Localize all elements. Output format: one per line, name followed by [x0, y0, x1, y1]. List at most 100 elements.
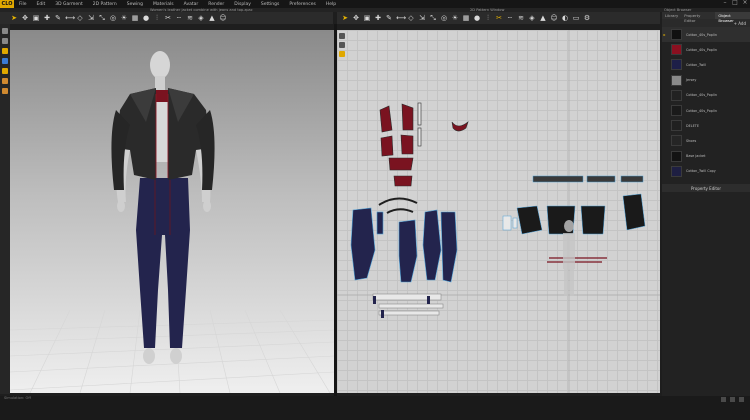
check-sewing-icon[interactable]: ●: [473, 14, 481, 22]
status-info-icon[interactable]: [739, 397, 744, 402]
avatar-icon[interactable]: ☺: [219, 14, 227, 22]
status-grid-icon[interactable]: [721, 397, 726, 402]
show-pins-icon[interactable]: [2, 58, 8, 64]
menu-settings[interactable]: Settings: [256, 2, 284, 7]
tools-3d-sidebar: [0, 24, 10, 394]
fabric-list-header: + Add: [662, 19, 750, 27]
menu-file[interactable]: File: [14, 2, 32, 7]
segment-sewing-icon[interactable]: ☀: [451, 14, 459, 22]
fabric-item[interactable]: Shoes: [662, 133, 750, 148]
fabric-name: Jersey: [686, 78, 697, 83]
menu-render[interactable]: Render: [203, 2, 229, 7]
add-point-icon[interactable]: ✚: [374, 14, 382, 22]
fold-icon[interactable]: ◇: [76, 14, 84, 22]
grid-icon[interactable]: ▲: [539, 14, 547, 22]
status-settings-icon[interactable]: [730, 397, 735, 402]
app-logo: CLO: [0, 0, 14, 8]
fabric-item[interactable]: Cotton_Twill Copy: [662, 164, 750, 179]
seam-allowance-icon[interactable]: ≋: [517, 14, 525, 22]
internal-line-icon[interactable]: ⇲: [418, 14, 426, 22]
graphic-icon[interactable]: ▭: [572, 14, 580, 22]
measure-icon[interactable]: ◐: [561, 14, 569, 22]
measure-icon[interactable]: ⟷: [65, 14, 75, 22]
tab-property-editor[interactable]: Property Editor: [681, 12, 715, 23]
dart-icon[interactable]: ⤡: [429, 14, 437, 22]
scale-icon[interactable]: ⤡: [98, 14, 106, 22]
fabric-item[interactable]: Cotton_Twill: [662, 57, 750, 72]
button-icon[interactable]: ●: [142, 14, 150, 22]
trim-icon[interactable]: ✂: [164, 14, 172, 22]
fabric-item[interactable]: Cotton_40s_Poplin: [662, 103, 750, 118]
light-icon[interactable]: [2, 78, 8, 84]
show-avatar-icon[interactable]: [2, 28, 8, 34]
menu-bar: CLO File Edit 3D Garment 2D Pattern Sewi…: [0, 0, 750, 8]
menu-materials[interactable]: Materials: [148, 2, 179, 7]
tools-2d-sidebar: [337, 30, 347, 70]
edit-sewing-icon[interactable]: ⫶: [484, 14, 492, 22]
minimize-icon[interactable]: –: [722, 0, 728, 6]
waistband-strips: [547, 257, 607, 263]
maximize-icon[interactable]: □: [732, 0, 738, 6]
menu-edit[interactable]: Edit: [32, 2, 51, 7]
fabric-name: Cotton_Twill Copy: [686, 169, 716, 174]
cursor-icon[interactable]: ➤: [10, 14, 18, 22]
add-fabric-button[interactable]: + Add: [734, 21, 746, 26]
camera-icon[interactable]: ◎: [109, 14, 117, 22]
view-angle-icon[interactable]: [2, 88, 8, 94]
object-browser-title: Object Browser: [664, 7, 692, 12]
transform-pattern-icon[interactable]: ➤: [341, 14, 349, 22]
select-mesh-icon[interactable]: ▣: [32, 14, 40, 22]
piping-icon[interactable]: ≋: [186, 14, 194, 22]
topstitch-icon[interactable]: ┄: [175, 14, 183, 22]
menu-help[interactable]: Help: [321, 2, 341, 7]
fabric-icon[interactable]: ┄: [506, 14, 514, 22]
text-icon[interactable]: ☺: [550, 14, 558, 22]
menu-avatar[interactable]: Avatar: [179, 2, 204, 7]
show-garment-icon[interactable]: [2, 38, 8, 44]
fabric-item[interactable]: DELETE: [662, 118, 750, 133]
fabric-item[interactable]: Base jacket: [662, 149, 750, 164]
transform-icon[interactable]: ✥: [21, 14, 29, 22]
rectangle-icon[interactable]: ⟷: [396, 14, 406, 22]
viewport-2d[interactable]: [337, 30, 660, 393]
fabric-item[interactable]: ▸ Cotton_40s_Poplin: [662, 27, 750, 43]
close-icon[interactable]: ×: [742, 0, 748, 6]
texture-icon[interactable]: ▦: [131, 14, 139, 22]
zoom-fit-icon[interactable]: [339, 33, 345, 39]
fabric-item[interactable]: Jersey: [662, 73, 750, 88]
stress-icon[interactable]: ▲: [208, 14, 216, 22]
fabric-swatch: [671, 120, 682, 132]
edit-point-icon[interactable]: ✥: [352, 14, 360, 22]
move-icon[interactable]: ⇲: [87, 14, 95, 22]
fabric-item[interactable]: Cotton_40s_Poplin: [662, 42, 750, 57]
expand-arrow-icon[interactable]: ▸: [662, 32, 667, 37]
display-mode-icon[interactable]: [2, 48, 8, 54]
visibility-icon[interactable]: [339, 51, 345, 57]
gear-icon[interactable]: ⚙: [583, 14, 591, 22]
menu-display[interactable]: Display: [229, 2, 256, 7]
polygon-icon[interactable]: ✎: [385, 14, 393, 22]
edit-curve-icon[interactable]: ▣: [363, 14, 371, 22]
zip-icon[interactable]: ⫶: [153, 14, 161, 22]
menu-preferences[interactable]: Preferences: [284, 2, 320, 7]
fabric-item[interactable]: Cotton_40s_Poplin: [662, 88, 750, 103]
zoom-icon[interactable]: ◈: [528, 14, 536, 22]
ellipse-icon[interactable]: ◇: [407, 14, 415, 22]
light-icon[interactable]: ☀: [120, 14, 128, 22]
free-sewing-icon[interactable]: ▦: [462, 14, 470, 22]
jacket-pattern-pieces: [379, 102, 469, 187]
fold-arrangement-icon[interactable]: ◎: [440, 14, 448, 22]
fit-icon[interactable]: ◈: [197, 14, 205, 22]
texture-view-icon[interactable]: [2, 68, 8, 74]
tab-object-browser[interactable]: Object Browser: [715, 12, 750, 23]
sort-patterns-icon[interactable]: [339, 42, 345, 48]
viewport-3d[interactable]: [10, 30, 334, 393]
tape-icon[interactable]: ✎: [54, 14, 62, 22]
fabric-swatch: [671, 135, 682, 147]
pin-icon[interactable]: ✚: [43, 14, 51, 22]
menu-2d-pattern[interactable]: 2D Pattern: [88, 2, 122, 7]
menu-3d-garment[interactable]: 3D Garment: [50, 2, 88, 7]
tab-library[interactable]: Library: [662, 12, 681, 19]
menu-sewing[interactable]: Sewing: [122, 2, 148, 7]
grain-icon[interactable]: ✂: [495, 14, 503, 22]
